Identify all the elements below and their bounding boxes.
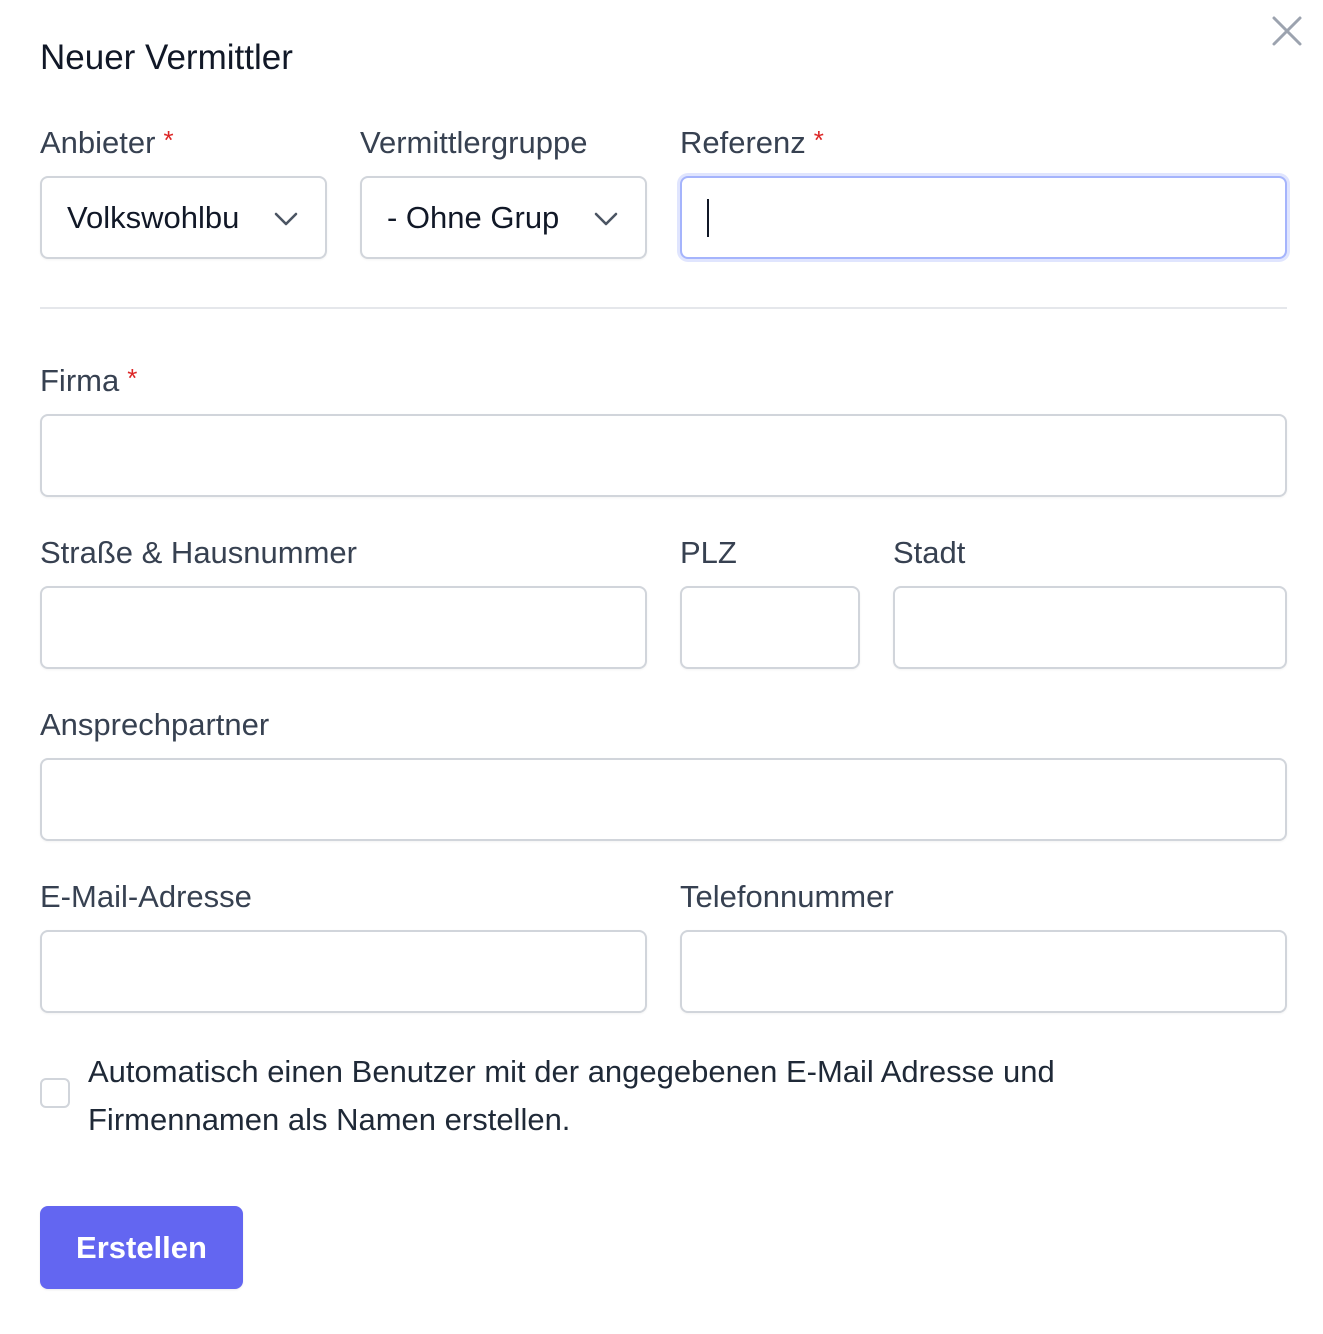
email-label: E-Mail-Adresse: [40, 879, 252, 914]
telefon-input[interactable]: [682, 932, 1285, 1011]
ansprechpartner-input[interactable]: [42, 760, 1285, 839]
firma-field[interactable]: [40, 414, 1287, 497]
referenz-field[interactable]: [680, 176, 1287, 259]
plz-field[interactable]: [680, 586, 860, 669]
chevron-down-icon: [274, 212, 298, 226]
required-marker: *: [813, 125, 824, 155]
plz-label: PLZ: [680, 535, 737, 570]
text-caret: [707, 199, 709, 237]
close-icon: [1272, 16, 1302, 46]
referenz-label: Referenz *: [680, 125, 824, 161]
close-button[interactable]: [1268, 12, 1306, 50]
strasse-input[interactable]: [42, 588, 645, 667]
referenz-label-text: Referenz: [680, 125, 806, 160]
plz-input[interactable]: [682, 588, 858, 667]
strasse-field[interactable]: [40, 586, 647, 669]
ansprechpartner-label: Ansprechpartner: [40, 707, 270, 742]
vermittlergruppe-select-value: - Ohne Grup: [387, 200, 560, 235]
ansprechpartner-field[interactable]: [40, 758, 1287, 841]
anbieter-select-value: Volkswohlbu: [67, 200, 240, 235]
strasse-label: Straße & Hausnummer: [40, 535, 357, 570]
stadt-label: Stadt: [893, 535, 966, 570]
anbieter-select[interactable]: Volkswohlbu: [40, 176, 327, 259]
stadt-field[interactable]: [893, 586, 1287, 669]
create-button[interactable]: Erstellen: [40, 1206, 243, 1289]
telefon-label: Telefonnummer: [680, 879, 894, 914]
anbieter-label: Anbieter *: [40, 125, 174, 161]
firma-input[interactable]: [42, 416, 1285, 495]
chevron-down-icon: [594, 212, 618, 226]
section-divider: [40, 307, 1287, 309]
vermittlergruppe-select[interactable]: - Ohne Grup: [360, 176, 647, 259]
firma-label: Firma *: [40, 363, 137, 399]
new-broker-dialog: Neuer Vermittler Anbieter * Volkswohlbu V…: [0, 0, 1323, 1334]
dialog-title: Neuer Vermittler: [40, 38, 293, 77]
firma-label-text: Firma: [40, 363, 120, 398]
referenz-input[interactable]: [682, 178, 1285, 257]
required-marker: *: [127, 363, 138, 393]
vermittlergruppe-label: Vermittlergruppe: [360, 125, 588, 160]
required-marker: *: [163, 125, 174, 155]
telefon-field[interactable]: [680, 930, 1287, 1013]
auto-user-checkbox[interactable]: [40, 1078, 70, 1108]
email-input[interactable]: [42, 932, 645, 1011]
stadt-input[interactable]: [895, 588, 1285, 667]
email-field[interactable]: [40, 930, 647, 1013]
auto-user-checkbox-label[interactable]: Automatisch einen Benutzer mit der angeg…: [88, 1048, 1188, 1144]
anbieter-label-text: Anbieter: [40, 125, 156, 160]
